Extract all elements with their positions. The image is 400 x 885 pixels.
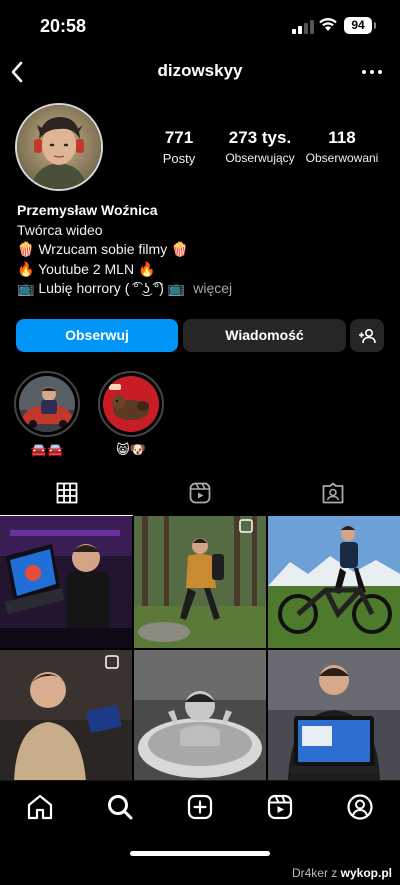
stat-followers-label: Obserwujący: [225, 151, 295, 165]
stat-posts-label: Posty: [162, 151, 196, 166]
battery-tip: [374, 22, 376, 29]
search-icon: [108, 795, 133, 820]
message-button[interactable]: Wiadomość: [183, 319, 346, 352]
stat-posts-value: 771: [164, 128, 194, 147]
grid-icon: [56, 482, 78, 504]
nav-profile[interactable]: [346, 793, 374, 821]
nav-search[interactable]: [106, 793, 134, 821]
wifi-icon: [319, 18, 337, 31]
tab-posts-grid[interactable]: [0, 470, 133, 516]
tab-tagged[interactable]: [266, 470, 399, 516]
bio-line: 📺 Lubię horrory ( ͡° ͜ʖ ͡°) 📺: [17, 280, 186, 296]
watermark-brand: wykop.pl: [340, 866, 392, 880]
nav-create[interactable]: [186, 793, 214, 821]
watermark-prefix: Dr4ker z: [291, 866, 338, 880]
status-time: 20:58: [40, 16, 87, 36]
post-thumbnail[interactable]: [134, 516, 266, 648]
follow-button[interactable]: Obserwuj: [16, 319, 178, 352]
stat-followers-value: 273 tys.: [228, 128, 292, 147]
highlight-ring: [98, 371, 164, 437]
bio-line: 🍿 Wrzucam sobie filmy 🍿: [17, 241, 189, 257]
profile-username: dizowskyy: [157, 61, 243, 80]
story-highlight[interactable]: 😸🐶: [98, 371, 164, 458]
bio-line: 🔥 Youtube 2 MLN 🔥: [17, 260, 156, 277]
story-highlight[interactable]: 🚘🚘: [14, 371, 80, 458]
highlight-cover-image: [103, 376, 159, 432]
tagged-icon: [322, 482, 344, 504]
reels-icon: [267, 794, 293, 820]
home-indicator: [130, 851, 270, 856]
nav-home[interactable]: [26, 793, 54, 821]
post-thumbnail[interactable]: [0, 650, 132, 782]
profile-full-name: Przemysław Woźnica: [17, 202, 158, 218]
add-person-icon: [359, 328, 376, 344]
suggest-users-button[interactable]: [350, 319, 384, 352]
watermark: Dr4ker z wykop.pl: [292, 866, 392, 880]
post-thumbnail[interactable]: [134, 650, 266, 782]
profile-category: Twórca wideo: [17, 221, 103, 238]
post-thumbnail[interactable]: [268, 650, 400, 782]
highlight-label: 🚘🚘: [30, 442, 64, 457]
status-bar: 20:58 94: [0, 0, 400, 50]
bio-line-last: 📺 Lubię horrory ( ͡° ͜ʖ ͡°) 📺 więcej: [17, 279, 387, 299]
profile-tabs: [0, 470, 400, 516]
highlight-ring: [14, 371, 80, 437]
stat-following-label: Obserwowani: [305, 151, 379, 165]
bio-more-link[interactable]: więcej: [193, 280, 232, 296]
highlight-cover-image: [19, 376, 75, 432]
tab-reels[interactable]: [133, 470, 266, 516]
stat-following-value: 118: [328, 128, 356, 147]
post-thumbnail[interactable]: [0, 516, 132, 648]
stat-followers[interactable]: 273 tys. Obserwujący: [218, 128, 302, 165]
home-icon: [27, 794, 53, 820]
signal-icon: [292, 20, 314, 34]
create-icon: [187, 794, 213, 820]
profile-bio: Przemysław Woźnica Twórca wideo 🍿 Wrzuca…: [17, 201, 387, 299]
bottom-navigation: [0, 780, 400, 832]
profile-icon: [347, 794, 373, 820]
stat-posts[interactable]: 771 Posty: [150, 128, 208, 166]
profile-header: dizowskyy: [0, 52, 400, 92]
battery-indicator: 94: [344, 17, 372, 34]
nav-reels[interactable]: [266, 793, 294, 821]
profile-avatar[interactable]: [15, 103, 103, 191]
post-thumbnail[interactable]: [268, 516, 400, 648]
stat-following[interactable]: 118 Obserwowani: [302, 128, 382, 165]
reels-icon: [189, 482, 211, 504]
highlight-label: 😸🐶: [116, 442, 146, 457]
more-horizontal-icon[interactable]: [360, 64, 384, 80]
